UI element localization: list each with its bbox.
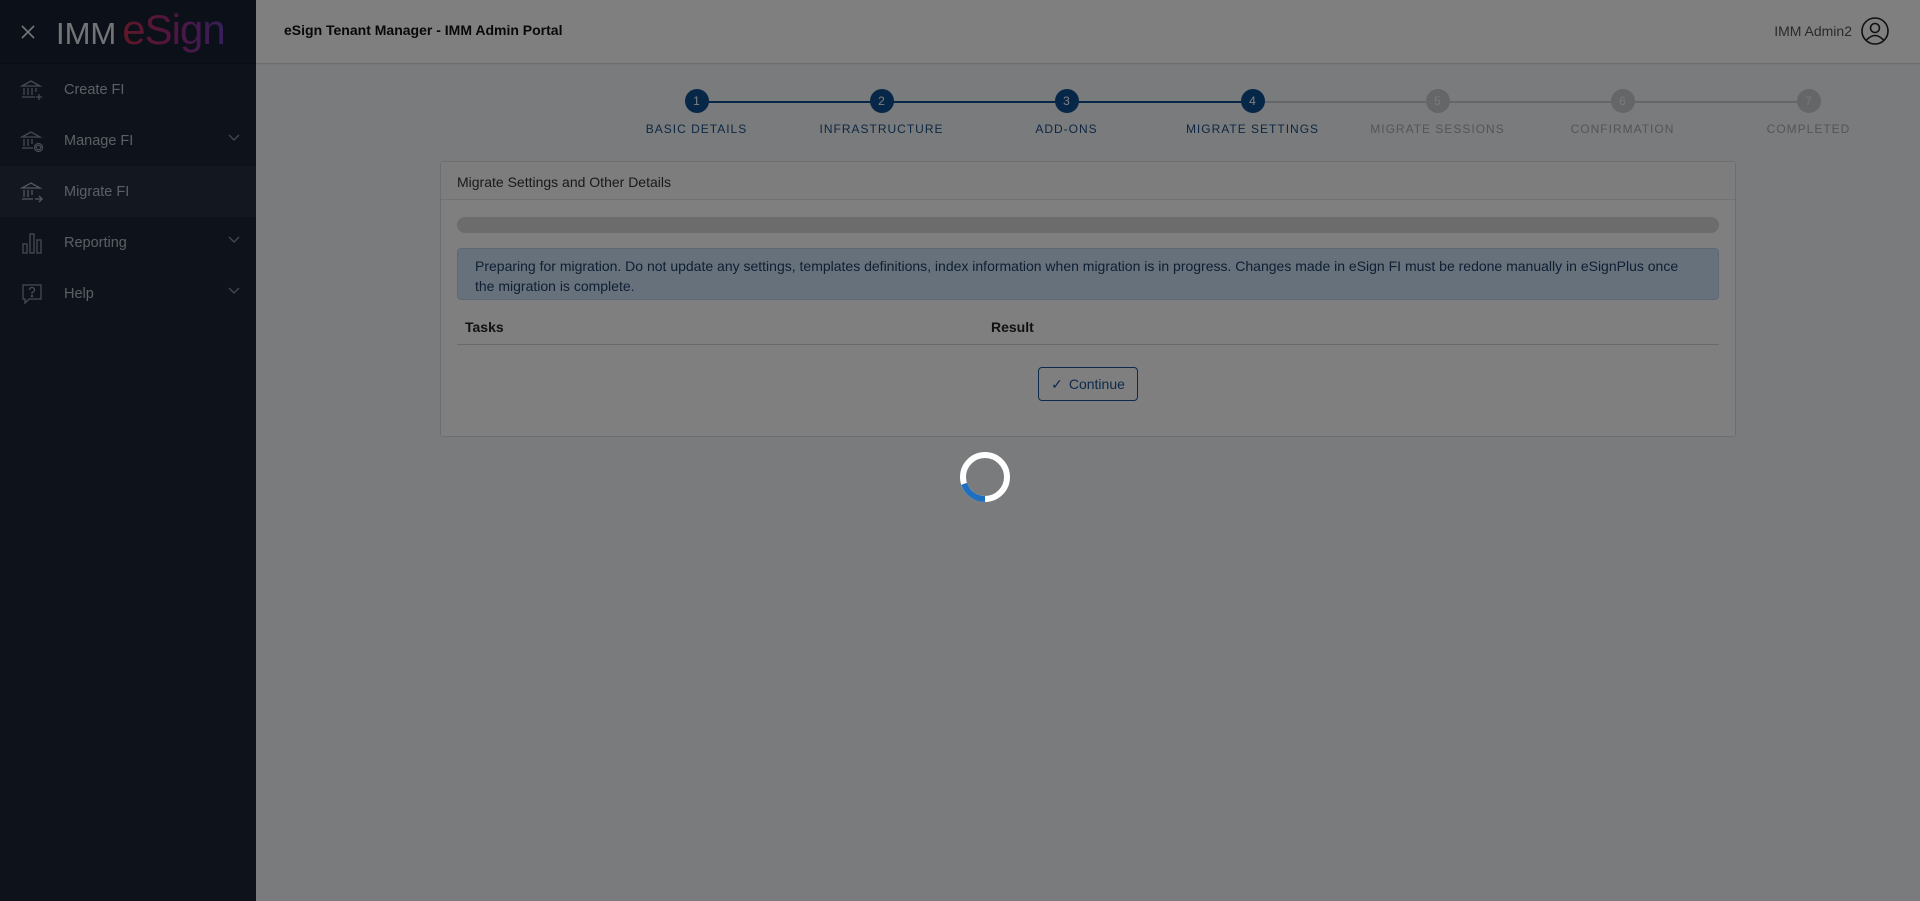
loading-overlay: [0, 0, 1920, 901]
loading-spinner-icon: [960, 452, 1010, 502]
